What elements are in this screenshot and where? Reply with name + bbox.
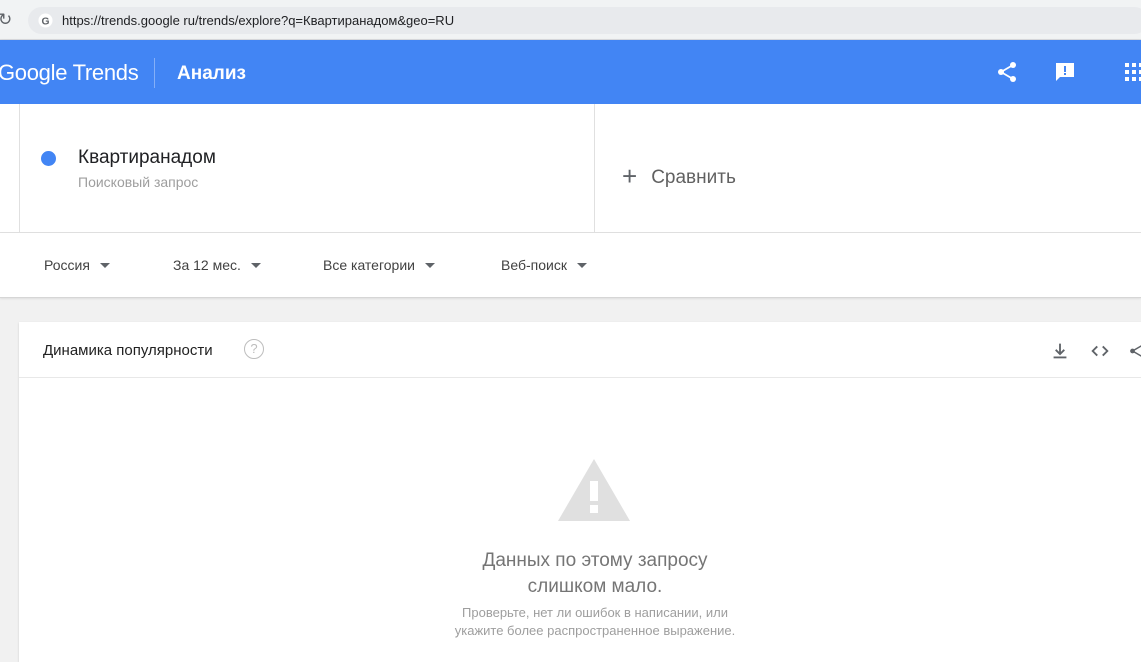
region-dropdown[interactable]: Россия xyxy=(44,257,110,273)
compare-label: Сравнить xyxy=(651,167,736,188)
no-data-message: Данных по этому запросу слишком мало. xyxy=(395,548,795,600)
download-icon[interactable] xyxy=(1049,340,1071,362)
period-dropdown[interactable]: За 12 мес. xyxy=(173,257,261,273)
embed-code-icon[interactable] xyxy=(1089,340,1111,362)
card-header: Динамика популярности ? xyxy=(19,322,1141,378)
app-header: Google Trends Анализ xyxy=(0,40,1141,104)
search-type-label: Веб-поиск xyxy=(501,257,567,273)
reload-icon[interactable]: ↻ xyxy=(0,10,16,30)
page-title: Анализ xyxy=(177,63,246,85)
feedback-icon[interactable] xyxy=(1053,60,1077,84)
caret-down-icon xyxy=(100,263,110,268)
help-icon[interactable]: ? xyxy=(244,339,264,359)
share-icon[interactable] xyxy=(1127,340,1141,362)
search-type-dropdown[interactable]: Веб-поиск xyxy=(501,257,587,273)
caret-down-icon xyxy=(251,263,261,268)
region-label: Россия xyxy=(44,257,90,273)
no-data-line-2: слишком мало. xyxy=(395,574,795,600)
interest-over-time-card: Динамика популярности ? Данных по этому … xyxy=(19,322,1141,662)
hint-line-1: Проверьте, нет ли ошибок в написании, ил… xyxy=(395,604,795,622)
category-label: Все категории xyxy=(323,257,415,273)
no-data-line-1: Данных по этому запросу xyxy=(395,548,795,574)
svg-text:G: G xyxy=(41,16,49,27)
period-label: За 12 мес. xyxy=(173,257,241,273)
caret-down-icon xyxy=(425,263,435,268)
url-text: https://trends.google ru/trends/explore?… xyxy=(62,13,454,28)
logo-google-text: Google xyxy=(0,60,67,85)
google-trends-logo[interactable]: Google Trends xyxy=(0,60,138,86)
term-color-dot xyxy=(41,151,56,166)
filters-bar: Россия За 12 мес. Все категории Веб-поис… xyxy=(0,233,1141,298)
caret-down-icon xyxy=(577,263,587,268)
browser-toolbar: ↻ G https://trends.google ru/trends/expl… xyxy=(0,0,1141,40)
plus-icon: + xyxy=(622,161,637,191)
search-term-name[interactable]: Квартиранадом xyxy=(78,147,216,169)
share-icon[interactable] xyxy=(995,60,1019,84)
search-term-type: Поисковый запрос xyxy=(78,174,198,190)
google-favicon-icon: G xyxy=(38,13,53,28)
card-title: Динамика популярности xyxy=(43,342,213,359)
no-data-hint: Проверьте, нет ли ошибок в написании, ил… xyxy=(395,604,795,640)
address-bar[interactable]: G https://trends.google ru/trends/explor… xyxy=(28,7,1141,34)
apps-icon[interactable] xyxy=(1122,60,1141,84)
logo-trends-text: Trends xyxy=(73,60,139,85)
category-dropdown[interactable]: Все категории xyxy=(323,257,435,273)
header-divider xyxy=(154,58,155,88)
hint-line-2: укажите более распространенное выражение… xyxy=(395,622,795,640)
search-terms-panel: Квартиранадом Поисковый запрос + Сравнить xyxy=(0,104,1141,233)
warning-icon xyxy=(556,457,632,523)
search-term-card[interactable]: Квартиранадом Поисковый запрос xyxy=(19,104,595,233)
compare-button[interactable]: + Сравнить xyxy=(622,159,736,190)
